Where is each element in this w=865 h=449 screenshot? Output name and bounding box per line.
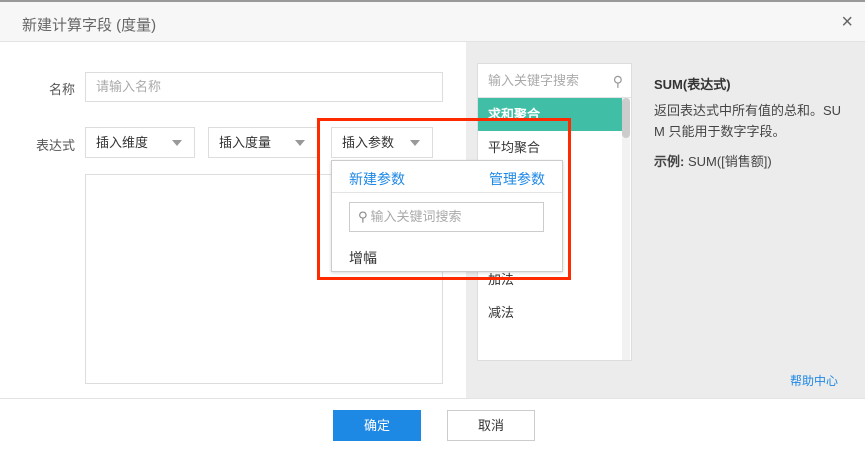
highlight-box (317, 118, 571, 280)
function-search-input[interactable]: 输入关键字搜索 ⚲ (478, 64, 631, 98)
help-title: SUM(表达式) (654, 77, 731, 92)
example-label: 示例: (654, 154, 685, 169)
help-center-link[interactable]: 帮助中心 (790, 372, 838, 389)
function-item[interactable]: 减法 (478, 296, 622, 329)
scrollbar-thumb[interactable] (622, 98, 630, 138)
expression-label: 表达式 (35, 138, 75, 153)
chevron-down-icon (295, 140, 305, 146)
insert-measure-select[interactable]: 插入度量 (208, 127, 318, 158)
insert-dimension-select[interactable]: 插入维度 (85, 127, 195, 158)
dialog-footer: 确定 取消 (0, 398, 865, 449)
scrollbar[interactable] (622, 98, 630, 360)
close-icon[interactable]: × (841, 11, 853, 34)
help-description: 返回表达式中所有值的总和。SUM 只能用于数字字段。 (654, 103, 842, 139)
dialog-header: 新建计算字段 (度量) × (0, 0, 865, 42)
select-label: 插入维度 (96, 135, 149, 150)
search-icon: ⚲ (612, 73, 623, 89)
name-input[interactable]: 请输入名称 (85, 72, 443, 102)
dialog-title: 新建计算字段 (度量) (22, 17, 157, 34)
name-label: 名称 (48, 82, 75, 97)
cancel-button[interactable]: 取消 (447, 410, 535, 441)
select-label: 插入度量 (219, 135, 272, 150)
help-example: 示例: SUM([销售额]) (654, 151, 772, 170)
example-value: SUM([销售额]) (684, 154, 772, 169)
chevron-down-icon (172, 140, 182, 146)
search-placeholder: 输入关键字搜索 (488, 73, 580, 88)
ok-button[interactable]: 确定 (333, 410, 421, 441)
